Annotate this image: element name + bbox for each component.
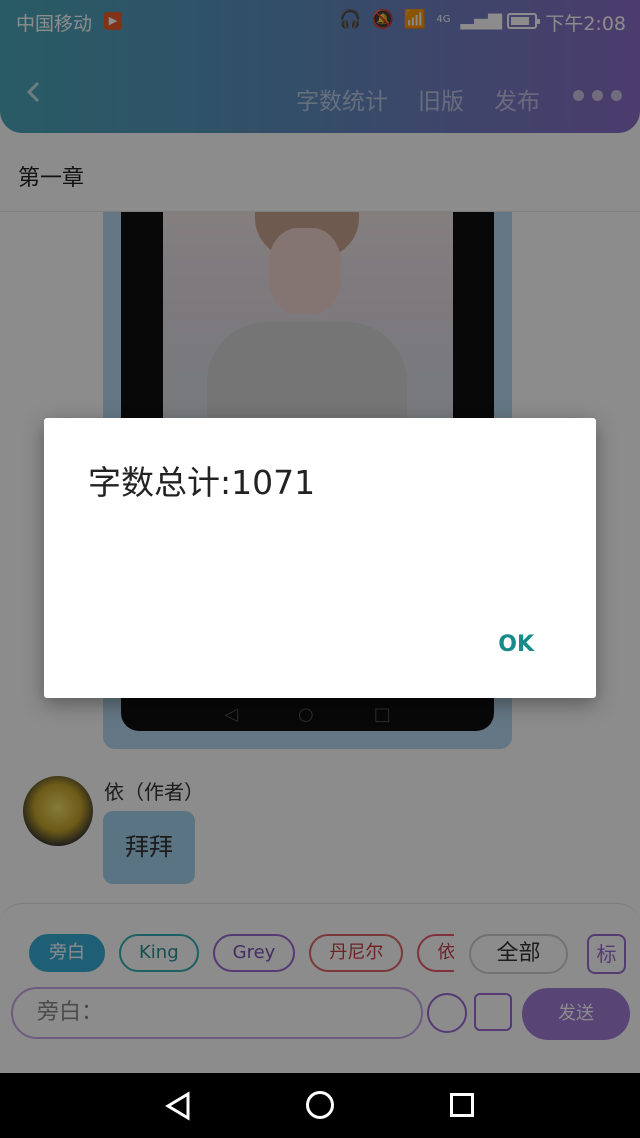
system-back-icon[interactable] [164,1091,192,1121]
system-nav-bar [0,1073,640,1138]
ok-button[interactable]: OK [498,632,534,657]
system-home-icon[interactable] [306,1091,334,1119]
system-recents-icon[interactable] [450,1093,474,1117]
dialog-message: 字数总计:1071 [88,463,316,502]
word-count-dialog: 字数总计:1071 OK [44,418,596,698]
